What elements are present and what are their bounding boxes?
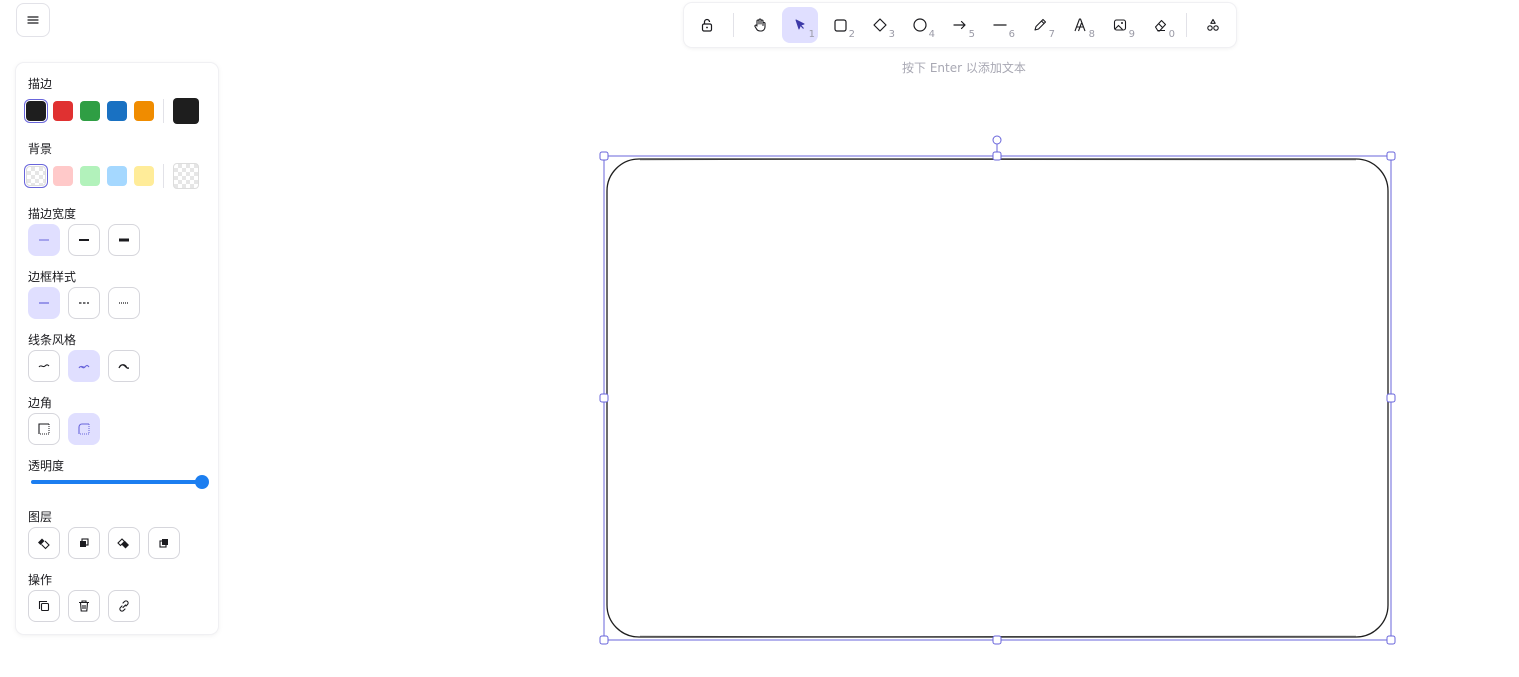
- resize-handle-w[interactable]: [599, 393, 609, 403]
- resize-handle-ne[interactable]: [1386, 151, 1396, 161]
- resize-handle-n[interactable]: [992, 151, 1002, 161]
- rotation-handle[interactable]: [992, 135, 1002, 145]
- rounded-rectangle-shape[interactable]: [606, 158, 1389, 638]
- resize-handle-se[interactable]: [1386, 635, 1396, 645]
- resize-handle-e[interactable]: [1386, 393, 1396, 403]
- drawing-canvas[interactable]: [0, 0, 1519, 677]
- resize-handle-nw[interactable]: [599, 151, 609, 161]
- resize-handle-sw[interactable]: [599, 635, 609, 645]
- resize-handle-s[interactable]: [992, 635, 1002, 645]
